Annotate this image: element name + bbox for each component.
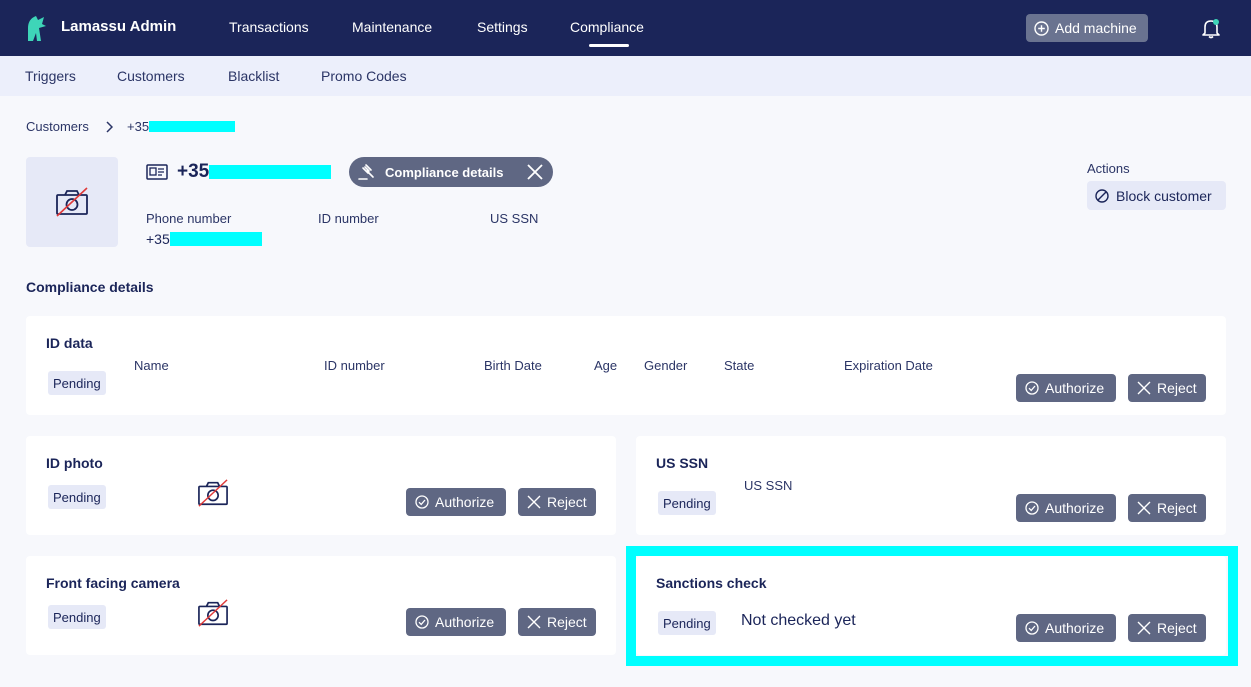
status-badge: Pending [48, 371, 106, 395]
column-state: State [724, 358, 755, 373]
check-circle-icon [1025, 501, 1039, 515]
subnav-triggers[interactable]: Triggers [25, 68, 76, 84]
subnav-blacklist[interactable]: Blacklist [228, 68, 279, 84]
nav-maintenance[interactable]: Maintenance [352, 19, 432, 35]
id-photo-card: ID photo Pending Authorize Reject [26, 436, 616, 535]
compliance-subnav: Triggers Customers Blacklist Promo Codes [0, 56, 1251, 96]
add-circle-icon [1034, 20, 1049, 36]
x-icon [527, 495, 541, 509]
front-camera-card: Front facing camera Pending Authorize Re… [26, 556, 616, 655]
id-data-title: ID data [46, 335, 93, 351]
authorize-button[interactable]: Authorize [1016, 374, 1116, 402]
nav-transactions[interactable]: Transactions [229, 19, 309, 35]
status-badge: Pending [48, 605, 106, 629]
authorize-button[interactable]: Authorize [1016, 494, 1116, 522]
reject-button[interactable]: Reject [518, 608, 596, 636]
us-ssn-title: US SSN [656, 455, 709, 471]
authorize-label: Authorize [435, 614, 495, 630]
x-icon [1137, 381, 1151, 395]
status-badge: Pending [658, 491, 716, 515]
id-number-label: ID number [318, 211, 379, 226]
subnav-customers[interactable]: Customers [117, 68, 185, 84]
check-circle-icon [415, 495, 429, 509]
column-id-number: ID number [324, 358, 385, 373]
camera-off-icon [198, 479, 228, 507]
breadcrumb-current: +35 [127, 119, 236, 134]
reject-label: Reject [1157, 500, 1197, 516]
highlight-box [626, 546, 1238, 666]
gavel-icon [358, 164, 374, 180]
id-data-card: ID data Pending Name ID number Birth Dat… [26, 316, 1226, 415]
customer-avatar [26, 157, 118, 247]
reject-button[interactable]: Reject [1128, 374, 1206, 402]
authorize-button[interactable]: Authorize [406, 488, 506, 516]
phone-number-label: Phone number [146, 211, 232, 226]
column-birth-date: Birth Date [484, 358, 542, 373]
compliance-details-chip-label: Compliance details [385, 164, 504, 180]
authorize-label: Authorize [1045, 380, 1105, 396]
chevron-right-icon [106, 121, 113, 133]
app-brand: Lamassu Admin [61, 18, 177, 35]
compliance-details-heading: Compliance details [26, 279, 154, 295]
reject-label: Reject [547, 494, 587, 510]
check-circle-icon [1025, 381, 1039, 395]
column-gender: Gender [644, 358, 688, 373]
camera-off-icon [56, 187, 88, 217]
id-photo-title: ID photo [46, 455, 103, 471]
authorize-label: Authorize [1045, 500, 1105, 516]
us-ssn-card: US SSN Pending US SSN Authorize Reject [636, 436, 1226, 535]
column-us-ssn: US SSN [744, 478, 793, 493]
active-nav-indicator [589, 44, 629, 47]
close-icon[interactable] [526, 163, 544, 181]
status-badge: Pending [48, 485, 106, 509]
customer-phone-heading: +35 [177, 161, 332, 183]
phone-number-value: +35 [146, 231, 262, 247]
nav-settings[interactable]: Settings [477, 19, 528, 35]
x-icon [527, 615, 541, 629]
bell-icon[interactable] [1200, 17, 1222, 39]
top-navigation-bar: Lamassu Admin Transactions Maintenance S… [0, 0, 1251, 56]
check-circle-icon [415, 615, 429, 629]
redacted-block [209, 165, 332, 179]
phone-number-prefix: +35 [146, 231, 170, 247]
column-name: Name [134, 358, 169, 373]
block-customer-button[interactable]: Block customer [1087, 181, 1226, 210]
add-machine-button[interactable]: Add machine [1026, 14, 1148, 42]
add-machine-label: Add machine [1055, 20, 1137, 36]
nav-compliance[interactable]: Compliance [570, 19, 644, 35]
us-ssn-label: US SSN [490, 211, 539, 226]
x-icon [1137, 501, 1151, 515]
reject-label: Reject [1157, 380, 1197, 396]
column-age: Age [594, 358, 618, 373]
camera-off-icon [198, 599, 228, 627]
reject-button[interactable]: Reject [518, 488, 596, 516]
front-camera-title: Front facing camera [46, 575, 180, 591]
reject-button[interactable]: Reject [1128, 494, 1206, 522]
redacted-block [169, 232, 262, 246]
logo-icon [28, 16, 46, 41]
redacted-block [149, 121, 236, 132]
id-card-icon [146, 164, 168, 180]
customer-phone-prefix: +35 [177, 161, 210, 182]
block-icon [1095, 188, 1109, 203]
authorize-button[interactable]: Authorize [406, 608, 506, 636]
breadcrumb-customers[interactable]: Customers [26, 119, 89, 134]
column-expiration-date: Expiration Date [844, 358, 933, 373]
breadcrumb-current-label: +35 [127, 119, 150, 134]
compliance-details-chip[interactable]: Compliance details [349, 157, 553, 187]
actions-label: Actions [1087, 161, 1130, 176]
reject-label: Reject [547, 614, 587, 630]
block-customer-label: Block customer [1116, 187, 1212, 204]
subnav-promo-codes[interactable]: Promo Codes [321, 68, 407, 84]
authorize-label: Authorize [435, 494, 495, 510]
